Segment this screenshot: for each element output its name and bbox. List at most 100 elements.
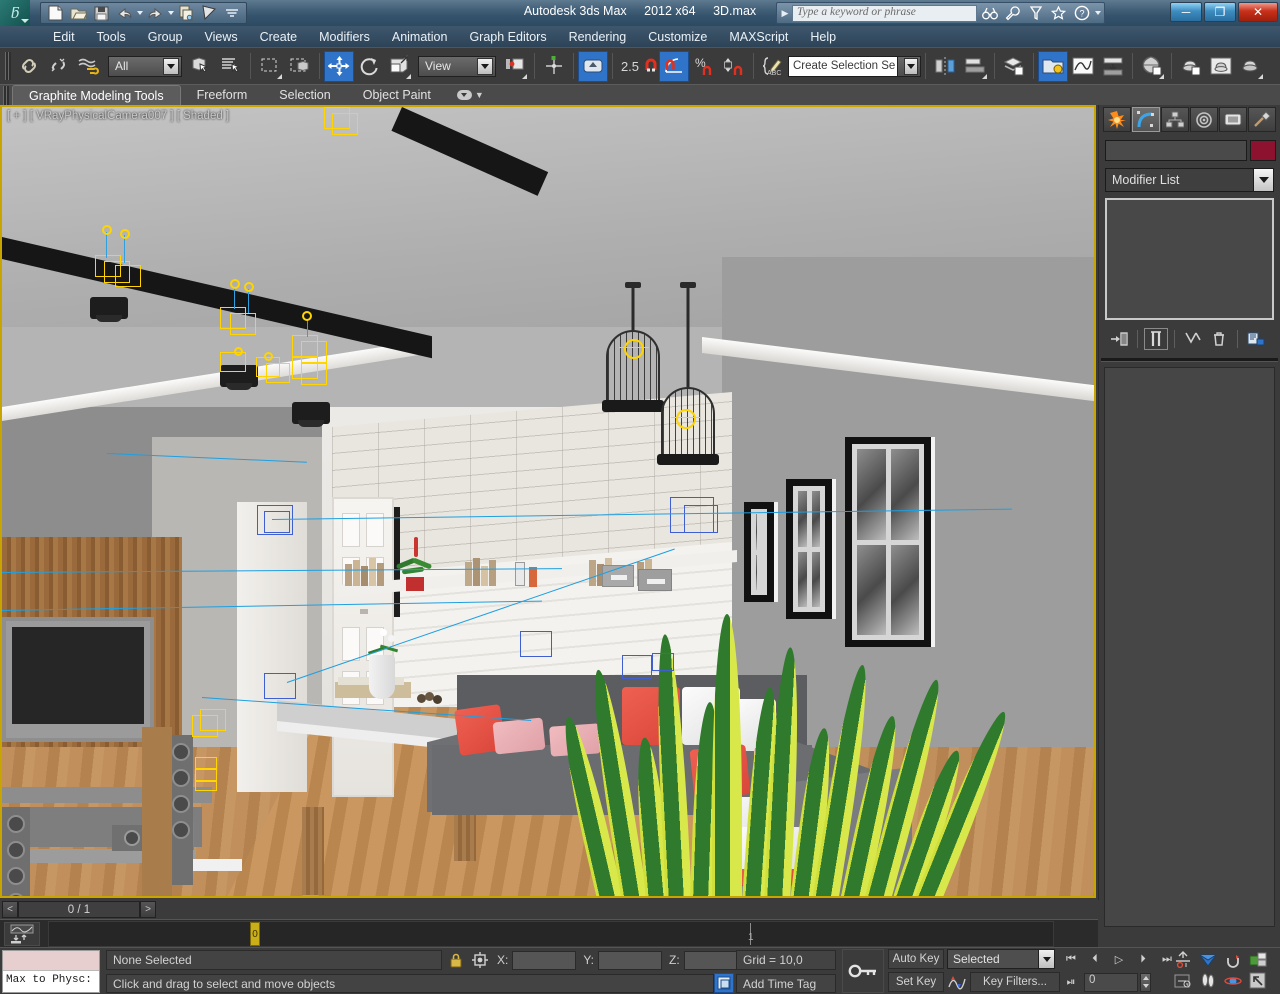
align-icon[interactable] xyxy=(960,51,990,82)
help-dropdown-icon[interactable] xyxy=(1095,11,1101,15)
flyout-indicator-icon[interactable] xyxy=(1258,73,1263,79)
key-mode-combo[interactable]: Selected xyxy=(947,949,1055,969)
maximize-button[interactable]: ❐ xyxy=(1204,2,1236,22)
tab-freeform[interactable]: Freeform xyxy=(181,85,264,105)
y-coordinate-field[interactable] xyxy=(598,950,663,970)
remove-modifier-icon[interactable] xyxy=(1207,328,1231,350)
modify-tab[interactable] xyxy=(1132,107,1160,132)
window-crossing-icon[interactable] xyxy=(285,51,315,82)
walk-through-icon[interactable] xyxy=(1195,970,1220,991)
chevron-down-icon[interactable] xyxy=(477,57,493,75)
select-and-link-icon[interactable] xyxy=(14,51,44,82)
show-end-result-icon[interactable] xyxy=(1144,328,1168,350)
zoom-extents-all-icon[interactable] xyxy=(1195,949,1220,970)
bind-to-space-warp-icon[interactable] xyxy=(74,51,104,82)
render-setup-icon[interactable] xyxy=(1176,51,1206,82)
percent-snap-magnet-icon[interactable] xyxy=(643,51,659,82)
toolbar-grip[interactable] xyxy=(5,52,11,80)
modifier-stack-list[interactable] xyxy=(1105,198,1274,320)
lock-selection-icon[interactable] xyxy=(446,950,466,970)
named-selection-set-dropdown[interactable] xyxy=(897,55,921,77)
angle-snap-toggle-icon[interactable] xyxy=(659,50,689,82)
render-production-icon[interactable] xyxy=(1236,51,1266,82)
chevron-down-icon[interactable] xyxy=(1253,169,1273,191)
flyout-indicator-icon[interactable] xyxy=(522,73,527,79)
object-color-swatch[interactable] xyxy=(1250,140,1276,161)
menu-edit[interactable]: Edit xyxy=(42,28,86,46)
select-by-name-icon[interactable] xyxy=(216,51,246,82)
menu-rendering[interactable]: Rendering xyxy=(558,28,638,46)
undo-dropdown-icon[interactable] xyxy=(137,11,143,15)
pin-stack-icon[interactable] xyxy=(1107,328,1131,350)
spinner-snap-toggle-icon[interactable] xyxy=(719,51,749,82)
select-object-icon[interactable] xyxy=(198,3,220,23)
menu-create[interactable]: Create xyxy=(249,28,309,46)
x-coordinate-field[interactable] xyxy=(512,950,577,970)
maxscript-output-line[interactable]: Max to Physc: xyxy=(3,971,99,992)
play-animation-button[interactable]: ▷ xyxy=(1108,949,1130,969)
maxscript-mini-listener[interactable]: Max to Physc: xyxy=(2,950,100,993)
infocenter-expand-icon[interactable]: ▶ xyxy=(780,8,790,19)
menu-maxscript[interactable]: MAXScript xyxy=(718,28,799,46)
make-unique-icon[interactable] xyxy=(1181,328,1205,350)
material-editor-icon[interactable] xyxy=(1137,51,1167,82)
add-time-tag-label[interactable]: Add Time Tag xyxy=(736,974,836,993)
redo-icon[interactable] xyxy=(144,3,166,23)
viewport-label[interactable]: [ + ] [ VRayPhysicalCamera007 ] [ Shaded… xyxy=(7,110,229,122)
wrench-icon[interactable] xyxy=(1002,3,1023,23)
absolute-relative-transform-icon[interactable] xyxy=(470,950,490,970)
select-object-icon[interactable] xyxy=(186,51,216,82)
named-selection-set-input[interactable]: Create Selection Se xyxy=(788,55,898,77)
application-menu-button[interactable]: ƃ xyxy=(0,0,30,26)
maxscript-input-line[interactable] xyxy=(3,951,99,971)
favorites-star-icon[interactable] xyxy=(1048,3,1069,23)
menu-views[interactable]: Views xyxy=(193,28,248,46)
track-bar-strip[interactable] xyxy=(48,921,1054,947)
reference-coordinate-system-combo[interactable]: View xyxy=(418,55,496,77)
flyout-indicator-icon[interactable] xyxy=(982,73,987,79)
flyout-indicator-icon[interactable] xyxy=(1159,73,1164,79)
zoom-region-icon[interactable] xyxy=(1245,970,1270,991)
next-frame-button[interactable]: > xyxy=(140,901,156,918)
key-mode-toggle-button[interactable]: ⏯ xyxy=(1060,972,1082,992)
open-file-icon[interactable] xyxy=(67,3,89,23)
select-and-move-icon[interactable] xyxy=(324,50,354,82)
create-tab[interactable] xyxy=(1103,107,1131,132)
chevron-down-icon[interactable] xyxy=(904,57,918,75)
open-mini-curve-editor-icon[interactable] xyxy=(4,922,40,946)
set-project-folder-icon[interactable] xyxy=(175,3,197,23)
redo-dropdown-icon[interactable] xyxy=(168,11,174,15)
unlink-selection-icon[interactable] xyxy=(44,51,74,82)
display-tab[interactable] xyxy=(1219,107,1247,132)
menu-help[interactable]: Help xyxy=(799,28,847,46)
subscription-icon[interactable] xyxy=(1025,3,1046,23)
auto-key-button[interactable]: Auto Key xyxy=(888,949,944,969)
layer-manager-icon[interactable] xyxy=(999,51,1029,82)
time-configuration-icon[interactable] xyxy=(1170,949,1195,970)
key-filters-button[interactable]: Key Filters... xyxy=(970,972,1060,992)
chevron-down-icon[interactable] xyxy=(1038,950,1054,968)
orbit-icon[interactable] xyxy=(1220,970,1245,991)
parameter-curve-out-of-range-icon[interactable] xyxy=(947,972,967,992)
menu-group[interactable]: Group xyxy=(137,28,194,46)
percent-snap-toggle-icon[interactable]: % xyxy=(689,51,719,82)
previous-frame-button[interactable]: ⏴ xyxy=(1084,949,1106,969)
modifier-list-dropdown[interactable]: Modifier List xyxy=(1105,168,1274,192)
menu-modifiers[interactable]: Modifiers xyxy=(308,28,381,46)
flyout-indicator-icon[interactable] xyxy=(277,73,282,79)
rectangular-selection-region-icon[interactable] xyxy=(255,51,285,82)
rendered-frame-window-icon[interactable] xyxy=(1206,51,1236,82)
menu-tools[interactable]: Tools xyxy=(86,28,137,46)
menu-customize[interactable]: Customize xyxy=(637,28,718,46)
set-key-button[interactable]: Set Key xyxy=(888,972,944,992)
tab-graphite-modeling-tools[interactable]: Graphite Modeling Tools xyxy=(12,85,181,105)
save-file-icon[interactable] xyxy=(90,3,112,23)
tab-selection[interactable]: Selection xyxy=(263,85,346,105)
schematic-view-icon[interactable] xyxy=(1038,50,1068,82)
chevron-down-icon[interactable] xyxy=(21,19,29,23)
undo-icon[interactable] xyxy=(113,3,135,23)
dope-sheet-icon[interactable] xyxy=(1098,51,1128,82)
configure-modifier-sets-icon[interactable] xyxy=(1244,328,1268,350)
select-and-rotate-icon[interactable] xyxy=(354,51,384,82)
chevron-down-icon[interactable]: ▼ xyxy=(475,90,484,100)
